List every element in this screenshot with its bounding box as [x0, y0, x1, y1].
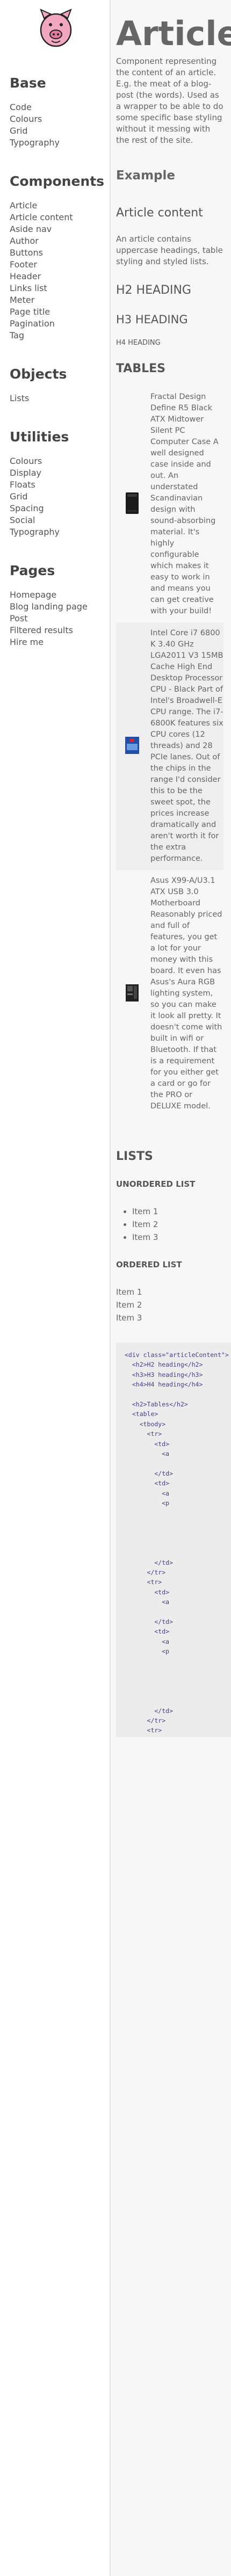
list-item: Item 3 [116, 1313, 142, 1323]
nav-link-lists[interactable]: Lists [10, 393, 106, 404]
ordered-list: Item 1 Item 2 Item 3 [116, 1286, 231, 1324]
nav-link-buttons[interactable]: Buttons [10, 247, 106, 259]
unordered-list: Item 1 Item 2 Item 3 [116, 1205, 231, 1244]
nav-link-blog-landing-page[interactable]: Blog landing page [10, 601, 106, 613]
list-item: Item 1 [116, 1287, 142, 1297]
nav-heading: Objects [10, 366, 67, 382]
nav-section-utilities: Utilities Colours Display Floats Grid Sp… [10, 429, 106, 538]
list-item: Item 1 [132, 1205, 231, 1218]
nav-section-components: Components Article Article content Aside… [10, 173, 106, 342]
nav-link-util-grid[interactable]: Grid [10, 491, 106, 503]
nav-link-spacing[interactable]: Spacing [10, 503, 106, 514]
side-nav: Base Code Colours Grid Typography Compon… [10, 75, 106, 673]
main-content: Article content Component representing t… [116, 0, 231, 1737]
article-description: An article contains uppercase headings, … [116, 234, 223, 266]
nav-heading: Base [10, 75, 46, 91]
nav-link-util-colours[interactable]: Colours [10, 455, 106, 467]
nav-link-post[interactable]: Post [10, 613, 106, 625]
article-title: Article content [116, 206, 203, 220]
h2-heading: H2 HEADING [116, 284, 191, 297]
tables-heading: TABLES [116, 362, 165, 375]
nav-link-homepage[interactable]: Homepage [10, 589, 106, 601]
list-item: Item 3 [132, 1231, 231, 1244]
pc-case-icon[interactable] [124, 492, 140, 517]
nav-heading: Utilities [10, 429, 69, 445]
nav-link-util-typography[interactable]: Typography [10, 526, 106, 538]
code-block[interactable]: <div class="articleContent"> <h2>H2 head… [116, 1343, 231, 1737]
nav-link-author[interactable]: Author [10, 235, 106, 247]
nav-link-floats[interactable]: Floats [10, 479, 106, 491]
table-row: Asus X99-A/U3.1 ATX USB 3.0 Motherboard … [116, 870, 223, 1118]
example-heading: Example [116, 169, 175, 183]
pig-face-icon[interactable] [39, 6, 73, 54]
nav-heading: Components [10, 173, 105, 189]
sidebar: Base Code Colours Grid Typography Compon… [0, 0, 111, 2576]
intro-text: Component representing the content of an… [116, 56, 223, 145]
product-description[interactable]: Intel Core i7 6800 K 3.40 GHz LGA2011 V3… [148, 622, 223, 870]
nav-link-meter[interactable]: Meter [10, 294, 106, 306]
nav-link-pagination[interactable]: Pagination [10, 318, 106, 330]
nav-link-article-content[interactable]: Article content [10, 212, 106, 223]
product-description[interactable]: Fractal Design Define R5 Black ATX Midto… [148, 386, 223, 622]
page-title: Article content [116, 14, 231, 53]
nav-link-grid[interactable]: Grid [10, 125, 106, 137]
nav-link-colours[interactable]: Colours [10, 113, 106, 125]
nav-link-display[interactable]: Display [10, 467, 106, 479]
ordered-list-heading: ORDERED LIST [116, 1260, 182, 1269]
nav-link-page-title[interactable]: Page title [10, 306, 106, 318]
table-row: Fractal Design Define R5 Black ATX Midto… [116, 386, 223, 622]
nav-link-filtered-results[interactable]: Filtered results [10, 625, 106, 636]
h3-heading: H3 HEADING [116, 313, 188, 326]
nav-section-objects: Objects Lists [10, 366, 106, 404]
product-description[interactable]: Asus X99-A/U3.1 ATX USB 3.0 Motherboard … [148, 870, 223, 1118]
nav-link-tag[interactable]: Tag [10, 330, 106, 342]
nav-link-social[interactable]: Social [10, 514, 106, 526]
nav-link-links-list[interactable]: Links list [10, 282, 106, 294]
nav-link-code[interactable]: Code [10, 101, 106, 113]
code-snippet[interactable]: <div class="articleContent"> <h2>H2 head… [125, 1350, 231, 1737]
nav-section-base: Base Code Colours Grid Typography [10, 75, 106, 149]
list-item: Item 2 [132, 1218, 231, 1231]
nav-link-footer[interactable]: Footer [10, 259, 106, 271]
nav-link-typography[interactable]: Typography [10, 137, 106, 149]
nav-link-article[interactable]: Article [10, 200, 106, 212]
product-table: Fractal Design Define R5 Black ATX Midto… [116, 386, 223, 1118]
lists-heading: LISTS [116, 1150, 153, 1163]
nav-link-hire-me[interactable]: Hire me [10, 636, 106, 648]
h4-heading: H4 HEADING [116, 339, 161, 347]
nav-heading: Pages [10, 563, 55, 578]
list-item: Item 2 [116, 1300, 142, 1310]
nav-link-aside-nav[interactable]: Aside nav [10, 223, 106, 235]
table-row: Intel Core i7 6800 K 3.40 GHz LGA2011 V3… [116, 622, 223, 870]
nav-link-header[interactable]: Header [10, 271, 106, 282]
unordered-list-heading: UNORDERED LIST [116, 1179, 196, 1189]
nav-section-pages: Pages Homepage Blog landing page Post Fi… [10, 563, 106, 648]
article-content-example: Article content An article contains uppe… [116, 206, 231, 1324]
cpu-box-icon[interactable] [124, 736, 140, 757]
motherboard-icon[interactable] [124, 984, 140, 1004]
